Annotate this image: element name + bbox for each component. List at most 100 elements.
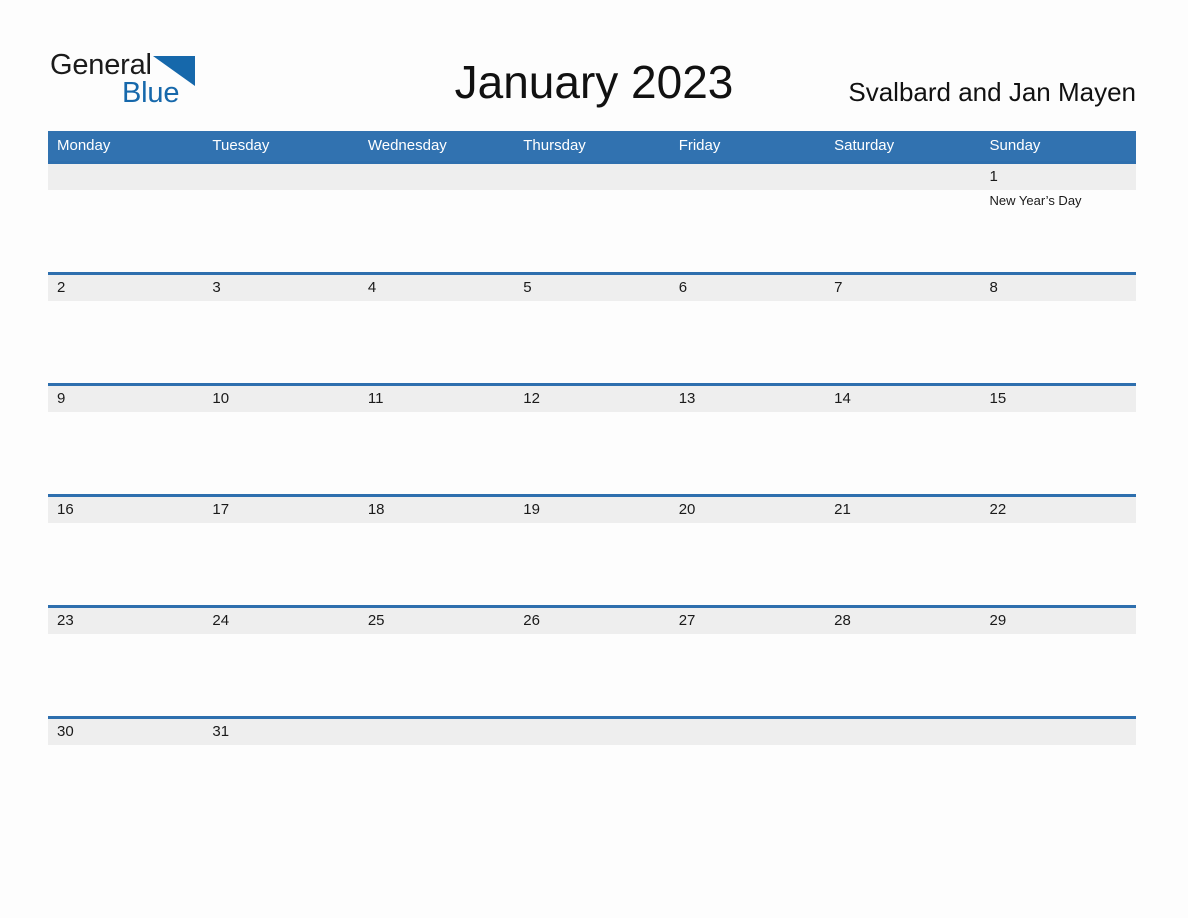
- calendar-week-row: 23 24 25 26 27 28 29: [48, 605, 1136, 716]
- day-cell[interactable]: 28: [825, 608, 980, 716]
- day-cell[interactable]: 13: [670, 386, 825, 494]
- day-cell[interactable]: [981, 719, 1136, 790]
- day-number: 29: [989, 612, 1007, 629]
- day-number: 12: [523, 390, 540, 407]
- day-number: [679, 164, 825, 190]
- week-cells: 2 3 4 5 6 7 8: [48, 275, 1136, 383]
- page-header: General Blue January 2023 Svalbard and J…: [0, 0, 1188, 131]
- day-number: [57, 164, 203, 190]
- day-number: 20: [678, 501, 696, 518]
- day-number: 30: [57, 723, 74, 740]
- day-cell[interactable]: 17: [203, 497, 358, 605]
- day-cell[interactable]: 9: [48, 386, 203, 494]
- day-number: 4: [367, 279, 377, 296]
- weekday-header-monday: Monday: [57, 137, 111, 154]
- day-cell[interactable]: 3: [203, 275, 358, 383]
- day-cell[interactable]: [514, 719, 669, 790]
- day-cell[interactable]: 27: [670, 608, 825, 716]
- day-number: 10: [212, 390, 230, 407]
- weekday-header-tuesday: Tuesday: [212, 137, 270, 154]
- day-cell[interactable]: 26: [514, 608, 669, 716]
- day-cell[interactable]: 30: [48, 719, 203, 790]
- day-cell[interactable]: 24: [203, 608, 358, 716]
- day-number: 22: [989, 501, 1007, 518]
- day-cell[interactable]: 12: [514, 386, 669, 494]
- day-number: 2: [57, 279, 66, 296]
- day-number: 16: [57, 501, 74, 518]
- day-number: 1: [989, 168, 998, 185]
- day-cell[interactable]: 21: [825, 497, 980, 605]
- day-cell[interactable]: 14: [825, 386, 980, 494]
- day-number: 24: [212, 612, 230, 629]
- calendar-grid: Monday Tuesday Wednesday Thursday Friday…: [48, 131, 1136, 790]
- week-cells: 23 24 25 26 27 28 29: [48, 608, 1136, 716]
- day-number: [523, 719, 669, 745]
- week-cells: 16 17 18 19 20 21 22: [48, 497, 1136, 605]
- week-cells: 30 31: [48, 719, 1136, 790]
- day-cell[interactable]: 15: [981, 386, 1136, 494]
- day-number: [368, 719, 514, 745]
- day-number: 9: [57, 390, 66, 407]
- day-number: 19: [523, 501, 540, 518]
- day-number: 11: [367, 390, 384, 407]
- day-number: 21: [834, 501, 851, 518]
- day-number: 8: [989, 279, 998, 296]
- day-cell[interactable]: 2: [48, 275, 203, 383]
- day-cell[interactable]: 4: [359, 275, 514, 383]
- day-cell[interactable]: [359, 164, 514, 272]
- weekday-header-friday: Friday: [678, 137, 721, 154]
- weekday-header-saturday: Saturday: [834, 137, 895, 154]
- day-cell[interactable]: 11: [359, 386, 514, 494]
- day-cell[interactable]: [825, 719, 980, 790]
- day-number: 28: [834, 612, 851, 629]
- day-number: 3: [212, 279, 221, 296]
- weekday-header-row: Monday Tuesday Wednesday Thursday Friday…: [48, 131, 1136, 161]
- day-cell[interactable]: 7: [825, 275, 980, 383]
- day-cell[interactable]: 31: [203, 719, 358, 790]
- day-number: [679, 719, 825, 745]
- day-cell[interactable]: [670, 719, 825, 790]
- day-number: 13: [678, 390, 696, 407]
- calendar-week-row: 16 17 18 19 20 21 22: [48, 494, 1136, 605]
- day-cell[interactable]: [670, 164, 825, 272]
- calendar-week-row: 1 New Year’s Day: [48, 161, 1136, 272]
- day-cell[interactable]: 8: [981, 275, 1136, 383]
- day-number: [834, 164, 980, 190]
- day-cell[interactable]: 23: [48, 608, 203, 716]
- day-cell[interactable]: [203, 164, 358, 272]
- calendar-week-row: 9 10 11 12 13 14 15: [48, 383, 1136, 494]
- day-number: [523, 164, 669, 190]
- day-number: [834, 719, 980, 745]
- day-cell[interactable]: 22: [981, 497, 1136, 605]
- weekday-header-thursday: Thursday: [523, 137, 586, 154]
- calendar-week-row: 2 3 4 5 6 7 8: [48, 272, 1136, 383]
- day-number: 27: [678, 612, 696, 629]
- day-number: 17: [212, 501, 230, 518]
- day-cell[interactable]: 16: [48, 497, 203, 605]
- day-number: 25: [367, 612, 385, 629]
- day-cell[interactable]: [48, 164, 203, 272]
- day-cell[interactable]: 25: [359, 608, 514, 716]
- day-cell[interactable]: 20: [670, 497, 825, 605]
- day-cell[interactable]: 10: [203, 386, 358, 494]
- day-number: 18: [367, 501, 385, 518]
- weekday-header-wednesday: Wednesday: [367, 137, 447, 154]
- day-cell[interactable]: 19: [514, 497, 669, 605]
- day-number: [212, 164, 358, 190]
- holiday-label: New Year’s Day: [989, 193, 1082, 208]
- day-number: 26: [523, 612, 540, 629]
- weekday-header-sunday: Sunday: [989, 137, 1041, 154]
- day-cell[interactable]: 29: [981, 608, 1136, 716]
- day-cell[interactable]: 1 New Year’s Day: [981, 164, 1136, 272]
- day-cell[interactable]: 5: [514, 275, 669, 383]
- day-cell[interactable]: 6: [670, 275, 825, 383]
- day-cell[interactable]: [825, 164, 980, 272]
- day-cell[interactable]: 18: [359, 497, 514, 605]
- day-cell[interactable]: [514, 164, 669, 272]
- day-number: 23: [57, 612, 74, 629]
- calendar-week-row: 30 31: [48, 716, 1136, 790]
- week-cells: 9 10 11 12 13 14 15: [48, 386, 1136, 494]
- day-cell[interactable]: [359, 719, 514, 790]
- day-number: 31: [212, 723, 230, 740]
- week-cells: 1 New Year’s Day: [48, 164, 1136, 272]
